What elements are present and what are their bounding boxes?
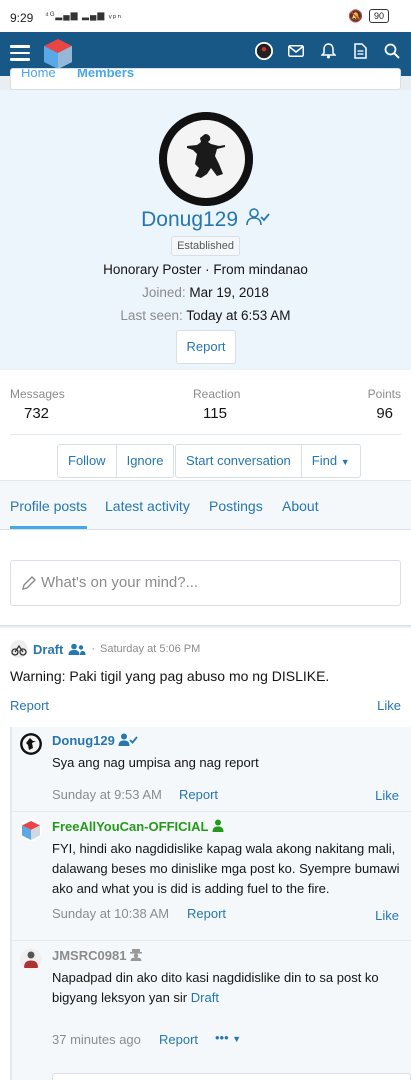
user-avatar[interactable] bbox=[255, 42, 273, 60]
profile-stats: Messages 732 Reaction 115 Points 96 Foll… bbox=[0, 370, 411, 550]
staff-user-icon bbox=[212, 819, 224, 832]
comment-report-link[interactable]: Report bbox=[159, 1032, 198, 1047]
post-like-link[interactable]: Like bbox=[377, 698, 401, 713]
signal-icon: ⁴ᴳ▂▄▆ ▂▄▆ ᵥₚₙ bbox=[45, 10, 123, 20]
mute-icon: 🔕 bbox=[348, 9, 363, 23]
start-conversation-button[interactable]: Start conversation bbox=[176, 445, 302, 477]
find-button[interactable]: Find ▼ bbox=[302, 445, 360, 477]
bell-icon[interactable] bbox=[319, 42, 337, 60]
comment-avatar[interactable] bbox=[20, 733, 42, 755]
comment-time[interactable]: Sunday at 10:38 AM bbox=[52, 906, 169, 921]
divider bbox=[10, 434, 401, 435]
comment-author-row: JMSRC0981 bbox=[52, 948, 143, 963]
menu-icon[interactable] bbox=[10, 45, 30, 63]
caret-down-icon: ▼ bbox=[340, 457, 350, 467]
last-seen-line: Last seen: Today at 6:53 AM bbox=[0, 308, 411, 323]
post-author[interactable]: Draft bbox=[33, 642, 63, 657]
last-seen-value: Today at 6:53 AM bbox=[186, 308, 291, 323]
site-logo[interactable] bbox=[42, 37, 74, 71]
tab-postings[interactable]: Postings bbox=[209, 498, 263, 514]
status-time: 9:29 bbox=[10, 11, 34, 25]
profile-post: Draft · Saturday at 5:06 PM Warning: Pak… bbox=[0, 628, 411, 1080]
comment-like-link[interactable]: Like bbox=[375, 788, 399, 803]
battery-icon: 90 bbox=[368, 9, 389, 23]
joined-label: Joined: bbox=[142, 285, 186, 300]
profile-username-row: Donug129 bbox=[0, 208, 411, 232]
mention-link[interactable]: Draft bbox=[191, 990, 219, 1005]
comment-report-link[interactable]: Report bbox=[187, 906, 226, 921]
user-secret-icon bbox=[130, 949, 143, 961]
comment-author[interactable]: JMSRC0981 bbox=[52, 948, 126, 963]
status-bar: 9:29 ⁴ᴳ▂▄▆ ▂▄▆ ᵥₚₙ 🔕 90 bbox=[0, 0, 411, 32]
ignore-button[interactable]: Ignore bbox=[117, 445, 174, 477]
comment-report-link[interactable]: Report bbox=[179, 787, 218, 802]
profile-post-input[interactable]: What's on your mind?... bbox=[10, 560, 401, 606]
joined-line: Joined: Mar 19, 2018 bbox=[0, 285, 411, 300]
comment-avatar[interactable] bbox=[20, 819, 42, 841]
post-dot: · bbox=[91, 643, 96, 655]
profile-header: Donug129 Established Honorary Poster · F… bbox=[0, 90, 411, 370]
post-time[interactable]: Saturday at 5:06 PM bbox=[100, 643, 200, 655]
comment-time[interactable]: 37 minutes ago bbox=[52, 1032, 141, 1047]
battery-level: 90 bbox=[373, 11, 384, 21]
reaction-label: Reaction bbox=[193, 387, 241, 401]
post-header: Draft · Saturday at 5:06 PM bbox=[10, 640, 200, 658]
breadcrumb: Home Members bbox=[10, 68, 401, 90]
breadcrumb-members[interactable]: Members bbox=[77, 69, 134, 80]
users-icon bbox=[68, 643, 86, 655]
comment-list: Donug129 Sya ang nag umpisa ang nag repo… bbox=[10, 727, 411, 1080]
user-check-icon bbox=[246, 208, 270, 232]
profile-username: Donug129 bbox=[141, 208, 239, 231]
user-title-badge: Established bbox=[171, 236, 240, 256]
user-check-icon bbox=[118, 733, 139, 746]
user-title-line: Honorary Poster · From mindanao bbox=[103, 262, 308, 277]
comment-body: FYI, hindi ako nagdidislike kapag wala a… bbox=[52, 841, 400, 896]
find-label: Find bbox=[311, 453, 338, 468]
draft-avatar[interactable] bbox=[10, 640, 28, 658]
breadcrumb-home[interactable]: Home bbox=[21, 69, 56, 80]
composer-section: What's on your mind?... bbox=[0, 550, 411, 626]
pencil-icon bbox=[22, 576, 36, 590]
comment-item: Donug129 Sya ang nag umpisa ang nag repo… bbox=[12, 727, 411, 812]
comment-avatar[interactable] bbox=[20, 948, 42, 970]
envelope-icon[interactable] bbox=[287, 42, 305, 60]
more-options-button[interactable]: ••• ▼ bbox=[215, 1030, 241, 1045]
conversation-find-group: Start conversation Find ▼ bbox=[175, 444, 361, 478]
comment-author[interactable]: Donug129 bbox=[52, 733, 115, 748]
joined-value: Mar 19, 2018 bbox=[189, 285, 269, 300]
comment-time[interactable]: Sunday at 9:53 AM bbox=[52, 787, 162, 802]
post-report-link[interactable]: Report bbox=[10, 698, 49, 713]
composer-placeholder: What's on your mind?... bbox=[41, 574, 199, 591]
messages-label: Messages bbox=[10, 387, 65, 401]
reply-input[interactable] bbox=[52, 1073, 411, 1080]
report-profile-button[interactable]: Report bbox=[176, 330, 236, 364]
last-seen-label: Last seen: bbox=[120, 308, 183, 323]
caret-down-icon: ▼ bbox=[232, 1034, 242, 1044]
reaction-value: 115 bbox=[203, 405, 227, 422]
post-body: Warning: Paki tigil yang pag abuso mo ng… bbox=[10, 668, 330, 684]
tab-latest-activity[interactable]: Latest activity bbox=[105, 498, 190, 514]
points-label: Points bbox=[367, 387, 401, 401]
profile-tabs: Profile posts Latest activity Postings A… bbox=[0, 480, 411, 530]
tab-about[interactable]: About bbox=[282, 498, 319, 514]
comment-body: Sya ang nag umpisa ang nag report bbox=[52, 755, 259, 770]
comment-body: Napadpad din ako dito kasi nagdidislike … bbox=[52, 968, 402, 1008]
comment-item: JMSRC0981 Napadpad din ako dito kasi nag… bbox=[12, 942, 411, 1062]
comment-author-row: Donug129 bbox=[52, 733, 139, 748]
follow-ignore-group: Follow Ignore bbox=[57, 444, 175, 478]
tab-profile-posts[interactable]: Profile posts bbox=[10, 498, 88, 529]
more-label: ••• bbox=[215, 1030, 229, 1045]
messages-value[interactable]: 732 bbox=[24, 405, 49, 422]
comment-author[interactable]: FreeAllYouCan-OFFICIAL bbox=[52, 819, 208, 834]
document-icon[interactable] bbox=[351, 42, 369, 60]
comment-item: FreeAllYouCan-OFFICIAL FYI, hindi ako na… bbox=[12, 813, 411, 941]
comment-like-link[interactable]: Like bbox=[375, 908, 399, 923]
points-value[interactable]: 96 bbox=[376, 405, 393, 422]
follow-button[interactable]: Follow bbox=[58, 445, 117, 477]
profile-avatar[interactable] bbox=[159, 112, 253, 206]
comment-author-row: FreeAllYouCan-OFFICIAL bbox=[52, 819, 224, 834]
search-icon[interactable] bbox=[383, 42, 401, 60]
